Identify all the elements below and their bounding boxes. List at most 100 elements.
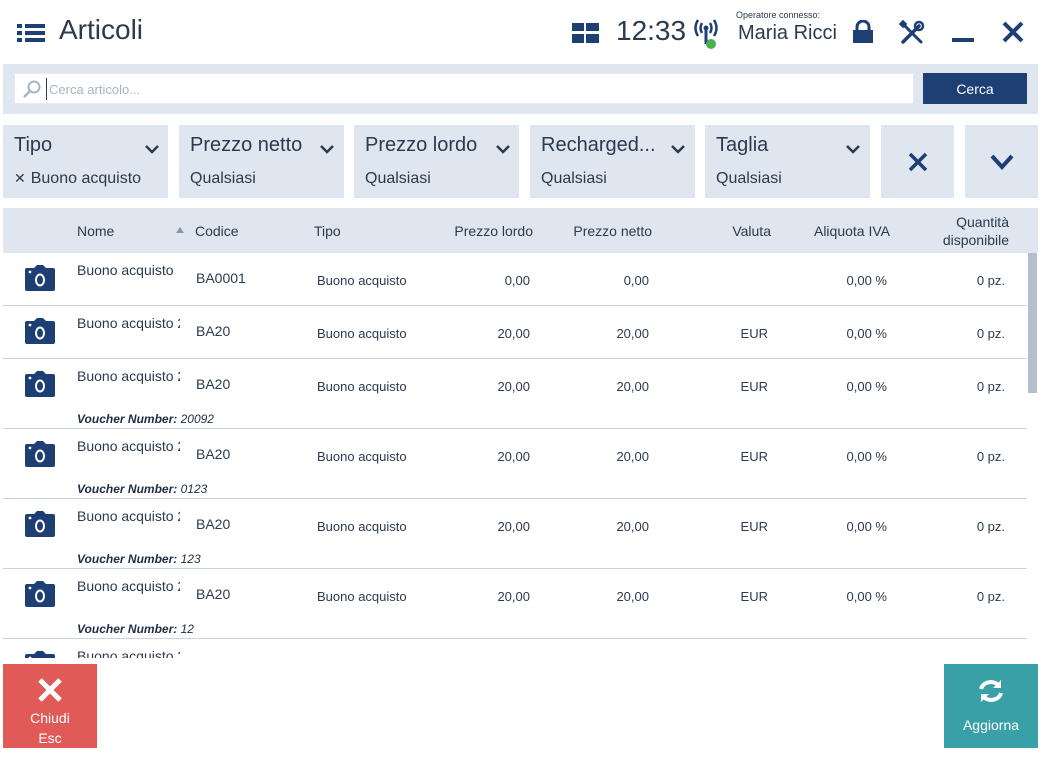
column-header-prezzo-lordo[interactable]: Prezzo lordo: [433, 223, 533, 239]
app-header: Articoli 12:33 Operatore connesso: Maria…: [0, 0, 1046, 64]
filter-taglia[interactable]: Taglia Qualsiasi: [705, 125, 870, 198]
cell-nome: Buono acquisto 20: [77, 508, 180, 524]
cell-aliquota-iva: 0,00 %: [846, 326, 887, 341]
scrollbar-thumb[interactable]: [1028, 253, 1037, 393]
filter-prezzo-netto[interactable]: Prezzo netto Qualsiasi: [179, 125, 344, 198]
cell-prezzo-lordo: 20,00: [497, 379, 530, 394]
cell-valuta: EUR: [740, 326, 768, 341]
voucher-value: 123: [180, 552, 201, 566]
close-button-label: Chiudi: [30, 710, 70, 726]
table-row[interactable]: Buono acquisto 20 BA20 Buono acquisto 20…: [3, 359, 1027, 429]
scrollbar[interactable]: [1027, 253, 1038, 658]
chevron-down-icon: [496, 145, 510, 154]
filter-value: Qualsiasi: [365, 170, 431, 187]
table-row[interactable]: Buono acquisto BA0001 Buono acquisto 0,0…: [3, 253, 1027, 306]
column-header-prezzo-netto[interactable]: Prezzo netto: [552, 223, 652, 239]
column-header-codice[interactable]: Codice: [195, 223, 239, 239]
cell-quantita: 0 pz.: [976, 326, 1005, 341]
page-title: Articoli: [59, 14, 144, 45]
column-header-nome[interactable]: Nome: [77, 223, 114, 239]
cell-codice: BA0001: [196, 270, 246, 286]
cell-aliquota-iva: 0,00 %: [846, 519, 887, 534]
cell-prezzo-lordo: 0,00: [504, 273, 530, 288]
cell-tipo: Buono acquisto: [317, 449, 407, 464]
column-header-tipo[interactable]: Tipo: [314, 223, 341, 239]
voucher-label: Voucher Number:: [77, 622, 178, 636]
cell-prezzo-netto: 20,00: [616, 449, 649, 464]
refresh-icon: [979, 680, 1003, 702]
cell-nome: Buono acquisto 20: [77, 315, 180, 331]
filter-value[interactable]: ✕ Buono acquisto: [14, 170, 141, 188]
filter-value: Qualsiasi: [190, 170, 256, 187]
chevron-down-icon: [145, 145, 159, 154]
close-icon: [38, 678, 62, 702]
sort-ascending-icon[interactable]: [175, 226, 185, 234]
column-header-quantita-line2: disponibile: [942, 232, 1009, 248]
tools-icon[interactable]: [899, 20, 925, 46]
lock-icon[interactable]: [851, 20, 875, 44]
column-header-quantita[interactable]: Quantità disponibile: [909, 213, 1009, 249]
expand-filters-button[interactable]: [965, 125, 1038, 198]
connection-antenna-icon: [694, 19, 718, 49]
voucher-value: 20092: [180, 412, 214, 426]
cell-quantita: 0 pz.: [976, 519, 1005, 534]
cell-aliquota-iva: 0,00 %: [846, 273, 887, 288]
cell-tipo: Buono acquisto: [317, 326, 407, 341]
hamburger-menu-icon[interactable]: [17, 22, 45, 44]
operator-name[interactable]: Maria Ricci: [738, 22, 837, 45]
cell-prezzo-netto: 20,00: [616, 326, 649, 341]
minimize-icon[interactable]: [951, 20, 975, 44]
cell-aliquota-iva: 0,00 %: [846, 379, 887, 394]
table-row[interactable]: Buono acquisto 20 BA20: [3, 639, 1027, 658]
camera-icon: [25, 581, 55, 607]
refresh-button[interactable]: Aggiorna: [944, 664, 1038, 748]
cell-nome: Buono acquisto 20: [77, 648, 180, 658]
chevron-down-icon: [846, 145, 860, 154]
cell-quantita: 0 pz.: [976, 449, 1005, 464]
chevron-down-icon: [320, 145, 334, 154]
cell-prezzo-netto: 0,00: [623, 273, 649, 288]
clear-filters-button[interactable]: [881, 125, 954, 198]
cell-nome: Buono acquisto: [77, 262, 174, 278]
cell-tipo: Buono acquisto: [317, 519, 407, 534]
cell-prezzo-lordo: 20,00: [497, 589, 530, 604]
voucher-value: 0123: [180, 482, 208, 496]
cell-aliquota-iva: 0,00 %: [846, 589, 887, 604]
chevron-down-icon: [990, 154, 1013, 170]
camera-icon: [25, 265, 55, 291]
table-row[interactable]: Buono acquisto 20 BA20 Buono acquisto 20…: [3, 429, 1027, 499]
column-header-aliquota-iva[interactable]: Aliquota IVA: [790, 223, 890, 239]
cell-codice: BA20: [196, 376, 231, 392]
cell-valuta: EUR: [740, 589, 768, 604]
table-row[interactable]: Buono acquisto 20 BA20 Buono acquisto 20…: [3, 306, 1027, 359]
voucher-label: Voucher Number:: [77, 412, 178, 426]
filter-tipo[interactable]: Tipo ✕ Buono acquisto: [3, 125, 168, 198]
camera-icon: [25, 371, 55, 397]
cell-tipo: Buono acquisto: [317, 273, 407, 288]
column-header-valuta[interactable]: Valuta: [671, 223, 771, 239]
search-button[interactable]: Cerca: [923, 73, 1027, 104]
table-row[interactable]: Buono acquisto 20 BA20 Buono acquisto 20…: [3, 499, 1027, 569]
table-row[interactable]: Buono acquisto 20 BA20 Buono acquisto 20…: [3, 569, 1027, 639]
filter-prezzo-lordo[interactable]: Prezzo lordo Qualsiasi: [354, 125, 519, 198]
cell-tipo: Buono acquisto: [317, 589, 407, 604]
cell-codice: BA20: [196, 446, 231, 462]
close-window-icon[interactable]: [1001, 20, 1025, 44]
chevron-down-icon: [671, 145, 685, 154]
close-button[interactable]: Chiudi Esc: [3, 664, 97, 748]
camera-icon: [25, 441, 55, 467]
remove-filter-icon[interactable]: ✕: [14, 170, 26, 186]
filter-recharged[interactable]: Recharged... Qualsiasi: [530, 125, 695, 198]
close-button-shortcut: Esc: [38, 730, 62, 746]
cell-codice: BA20: [196, 323, 231, 339]
search-box[interactable]: [14, 73, 914, 104]
voucher-number: Voucher Number: 12: [77, 622, 194, 636]
voucher-number: Voucher Number: 20092: [77, 412, 214, 426]
filter-title: Prezzo lordo: [365, 134, 478, 156]
cell-prezzo-lordo: 20,00: [497, 326, 530, 341]
search-input[interactable]: [46, 78, 906, 100]
cell-tipo: Buono acquisto: [317, 379, 407, 394]
windows-grid-icon[interactable]: [572, 23, 599, 43]
filter-value: Qualsiasi: [541, 170, 607, 187]
voucher-label: Voucher Number:: [77, 482, 178, 496]
